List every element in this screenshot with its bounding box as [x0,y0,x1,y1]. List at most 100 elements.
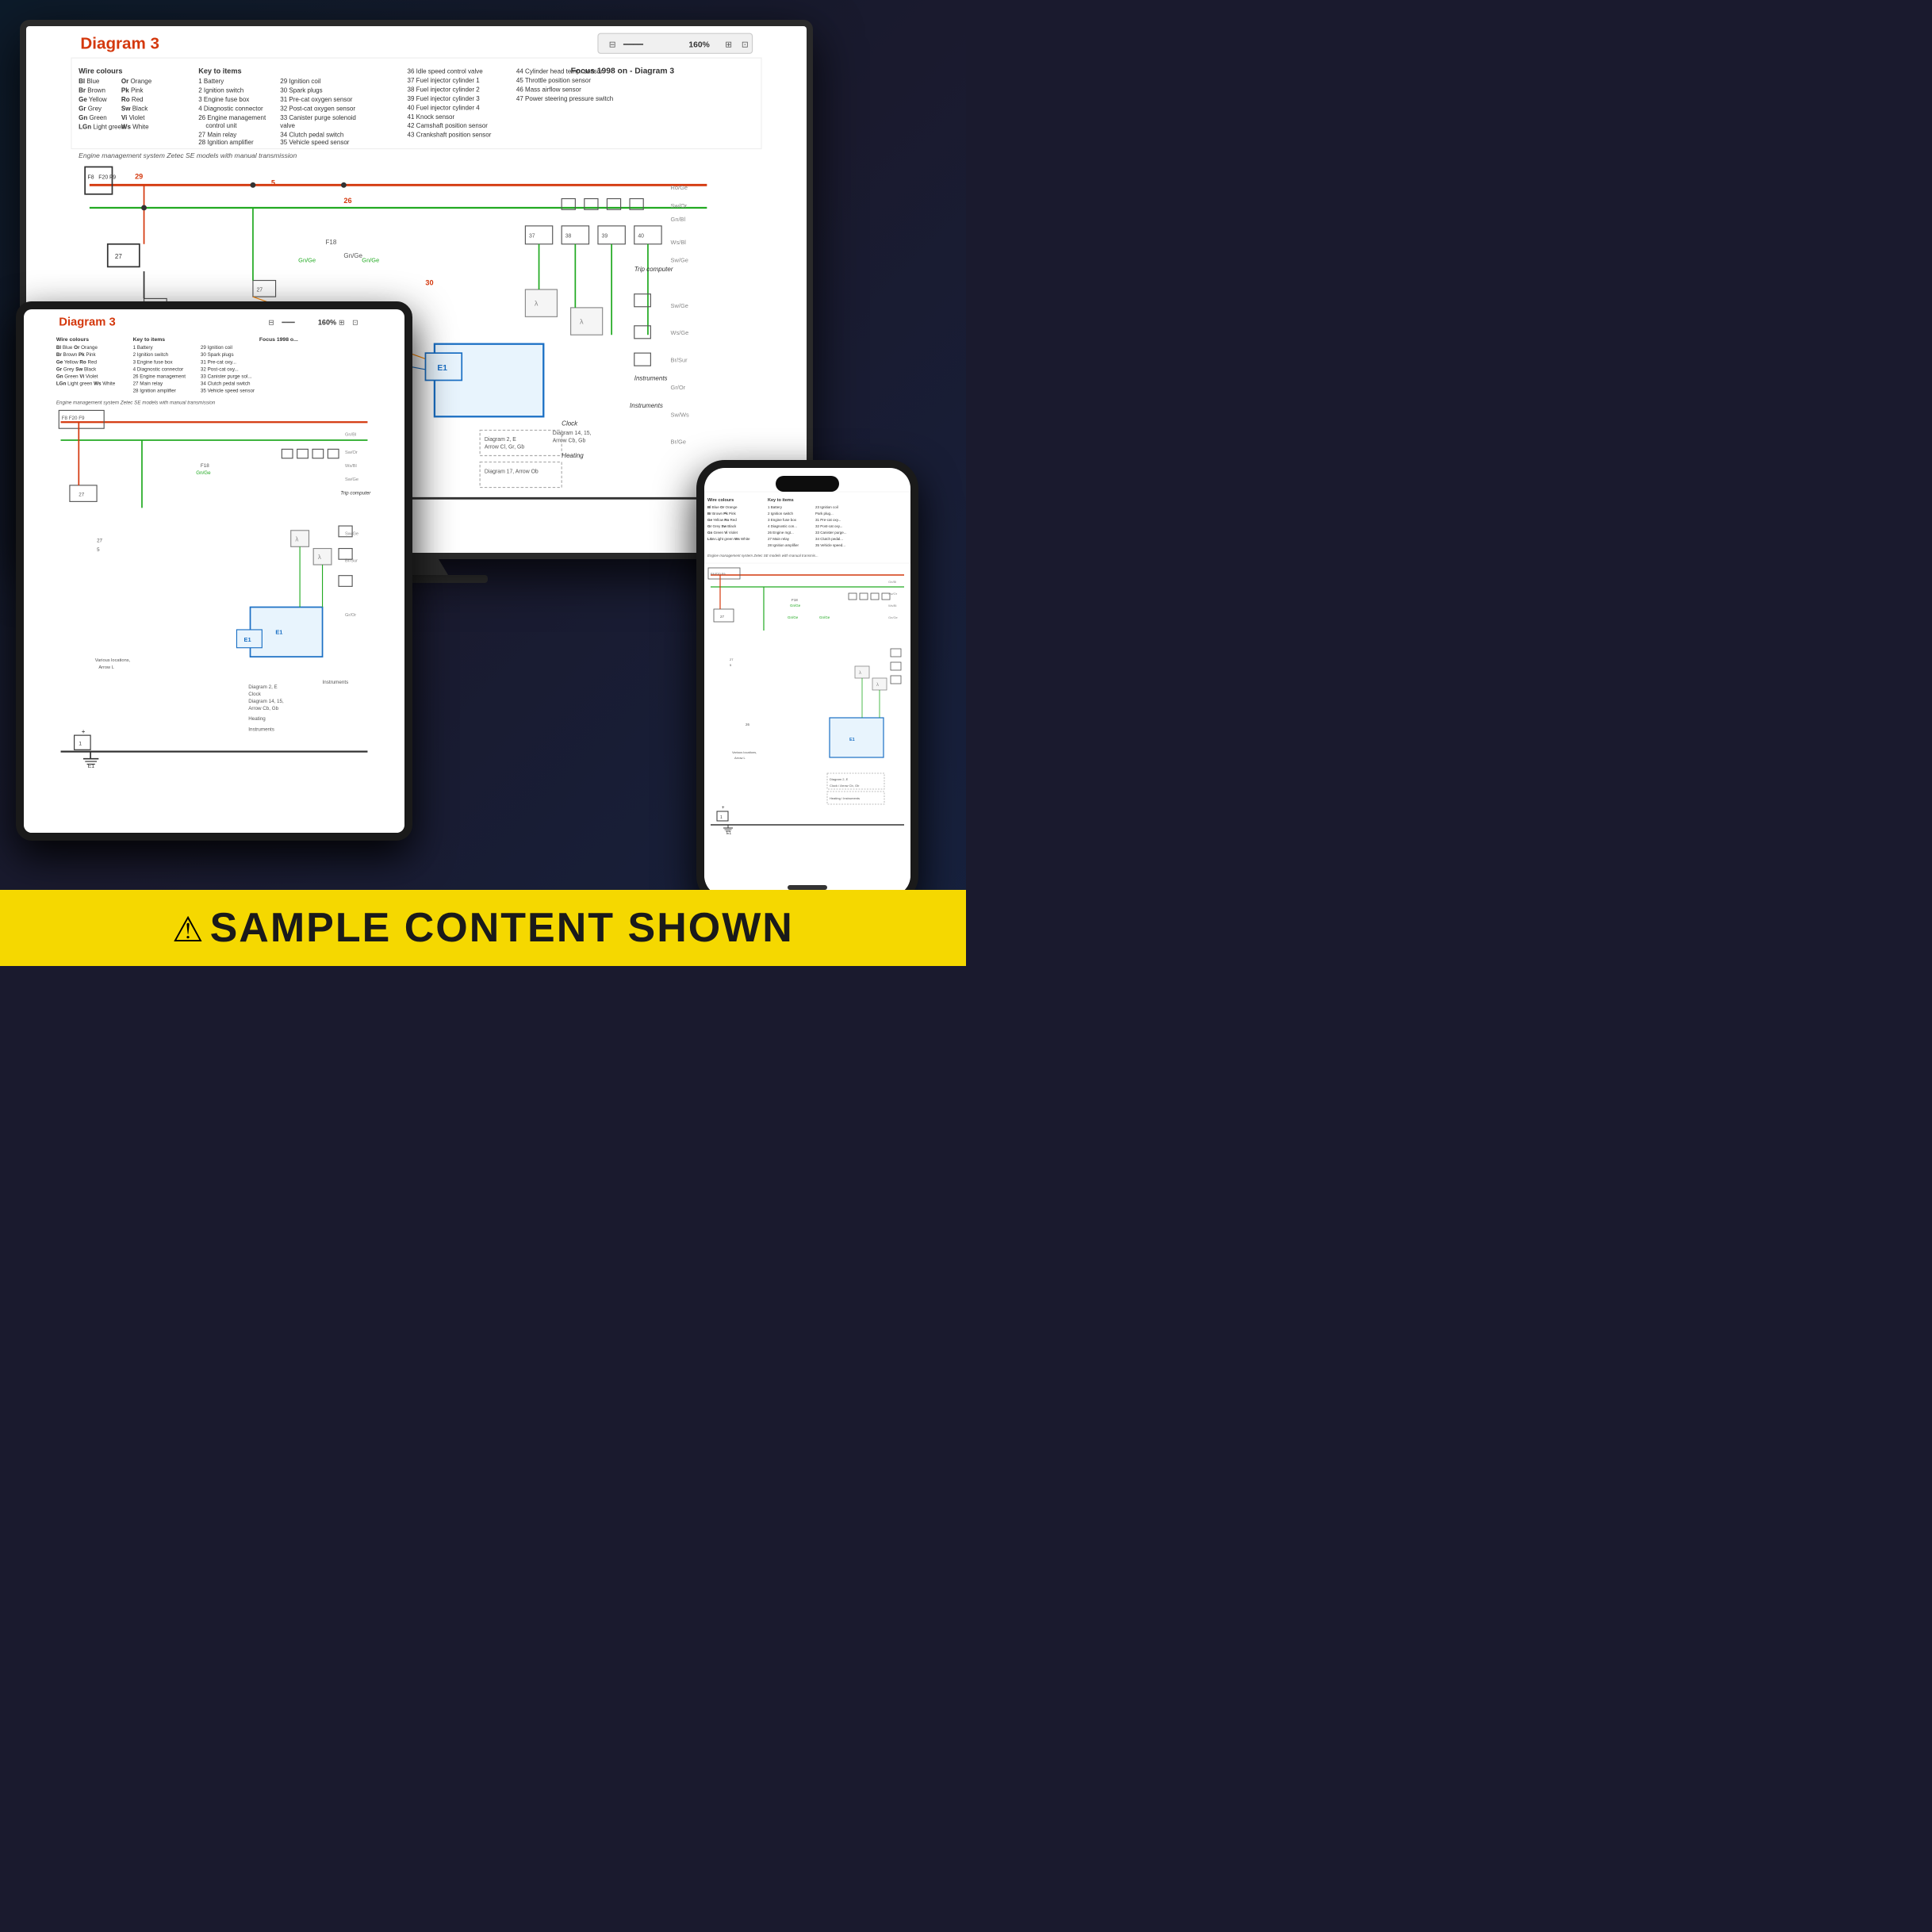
svg-text:37 Fuel injector cylinder 1: 37 Fuel injector cylinder 1 [408,81,481,84]
svg-text:38 Fuel injector cylinder 2: 38 Fuel injector cylinder 2 [408,86,481,93]
svg-text:27: 27 [720,615,725,619]
svg-text:Gn/Ge: Gn/Ge [343,252,362,259]
tablet-app-body: Ford Focus Service and... Routine mainte… [24,349,404,833]
svg-text:E1: E1 [849,738,855,742]
svg-text:26 Engine management: 26 Engine management [135,374,186,379]
svg-text:32 Post-cat oxy...: 32 Post-cat oxy... [815,524,842,528]
tablet-diagram: Diagram 3 ⊟ ━━━ 160% ⊞ ⊡ Wire colours Bl… [135,349,404,833]
svg-text:+: + [722,806,725,811]
svg-text:27 Main relay: 27 Main relay [198,132,236,139]
svg-text:39 Fuel injector cylinder 3: 39 Fuel injector cylinder 3 [408,95,481,102]
svg-text:Heating: Heating [248,716,266,722]
svg-text:Instruments: Instruments [323,680,349,685]
tablet-device: H Haynes shows you how Ford Focus Servic… [16,301,412,841]
svg-text:Gn/Ge: Gn/Ge [819,615,830,619]
svg-text:Diagram 2, E: Diagram 2, E [830,777,849,781]
svg-text:F18: F18 [326,239,337,246]
svg-text:Gn/Bl: Gn/Bl [888,580,896,584]
svg-text:43 Crankshaft position sensor: 43 Crankshaft position sensor [408,132,492,139]
tablet-app: H Haynes shows you how Ford Focus Servic… [24,309,404,833]
svg-text:26: 26 [343,197,351,205]
svg-text:3 Engine fuse box: 3 Engine fuse box [135,359,173,365]
svg-text:27: 27 [257,287,263,293]
svg-text:37: 37 [529,234,535,240]
svg-text:3 Engine fuse box: 3 Engine fuse box [198,96,249,103]
svg-text:Diagram 2, E: Diagram 2, E [485,437,516,443]
svg-text:28 Ignition amplifier: 28 Ignition amplifier [198,139,254,146]
svg-text:F8 F20 F9: F8 F20 F9 [711,572,726,576]
tablet-diagram-svg: Diagram 3 ⊟ ━━━ 160% ⊞ ⊡ Wire colours Bl… [135,349,404,833]
svg-text:Clock: Clock [248,692,262,697]
svg-text:Gn/Ge: Gn/Ge [362,257,379,264]
svg-text:Gr/Or: Gr/Or [345,613,356,618]
svg-text:λ: λ [295,535,298,542]
svg-text:Sw/Or: Sw/Or [888,592,898,596]
svg-text:34 Clutch pedal switch: 34 Clutch pedal switch [280,132,343,139]
svg-text:3 Engine fuse box: 3 Engine fuse box [768,520,797,522]
svg-text:26 Engine management: 26 Engine management [198,114,266,121]
svg-text:28 Ignition amplifier: 28 Ignition amplifier [768,543,799,547]
svg-text:Sw/Ge: Sw/Ge [345,477,358,482]
svg-text:λ: λ [859,671,861,676]
svg-text:42 Camshaft position sensor: 42 Camshaft position sensor [408,122,489,129]
svg-text:E1: E1 [437,364,447,373]
svg-text:29 Ignition coil: 29 Ignition coil [201,349,232,351]
svg-text:LGn Light green Ws White: LGn Light green Ws White [707,537,750,541]
svg-text:control unit: control unit [205,122,237,129]
svg-text:Trip computer: Trip computer [340,490,371,496]
svg-text:47 Power steering pressure sw: 47 Power steering pressure switch [516,95,537,102]
svg-text:31 Pre-cat oxygen sensor: 31 Pre-cat oxygen sensor [280,96,352,103]
svg-text:32 Post-cat oxygen sensor: 32 Post-cat oxygen sensor [280,105,355,112]
svg-text:λ: λ [318,554,321,561]
svg-text:Sw/Or: Sw/Or [345,450,358,455]
svg-text:E1: E1 [275,629,282,636]
svg-text:Gn/Ge: Gn/Ge [788,615,799,619]
tablet-screen: H Haynes shows you how Ford Focus Servic… [24,309,404,833]
svg-text:Instruments: Instruments [248,726,274,732]
svg-text:Various locations,: Various locations, [732,750,757,754]
scene: H Haynes shows you how Rendering: Auto [0,0,966,966]
svg-text:Engine management system Zetec: Engine management system Zetec SE models… [135,400,216,405]
svg-text:Arrow Cl, Gr, Gb: Arrow Cl, Gr, Gb [485,444,524,450]
svg-text:1 Battery: 1 Battery [135,349,153,351]
svg-text:Gn/Bl: Gn/Bl [345,432,356,437]
svg-text:27 Main relay: 27 Main relay [135,381,163,387]
svg-text:34 Clutch pedal switch: 34 Clutch pedal switch [201,381,251,387]
svg-text:4 Diagnostic con...: 4 Diagnostic con... [768,524,797,528]
phone-screen: H Haynes Ford Focus Service and Diagram … [704,468,910,896]
phone-device: H Haynes Ford Focus Service and Diagram … [696,460,918,904]
svg-text:35 Vehicle speed sensor: 35 Vehicle speed sensor [280,139,350,146]
svg-text:Ws/Bl: Ws/Bl [345,464,357,469]
svg-text:Engine management system Zetec: Engine management system Zetec SE models… [707,554,818,558]
svg-text:Ws/Bl: Ws/Bl [888,604,897,608]
svg-text:Heating / Instruments: Heating / Instruments [830,796,860,800]
tablet-main-content: Diagram 3 ⊟ ━━━ 160% ⊞ ⊡ Wire colours Bl… [135,349,404,833]
svg-text:λ: λ [876,683,879,688]
phone-app: H Haynes Ford Focus Service and Diagram … [704,468,910,896]
svg-text:41 Knock sensor: 41 Knock sensor [408,113,455,121]
svg-text:F18: F18 [201,463,209,469]
svg-text:Gr Grey Sw Black: Gr Grey Sw Black [707,524,737,528]
svg-text:Diagram 14, 15,: Diagram 14, 15, [248,699,284,704]
svg-text:4 Diagnostic connector: 4 Diagnostic connector [198,105,263,112]
phone-diagram-svg: Wire colours Bl Blue Or Orange Br Brown … [704,520,910,896]
svg-text:30: 30 [425,278,433,286]
svg-text:27: 27 [730,657,734,661]
phone-main: Wire colours Bl Blue Or Orange Br Brown … [704,520,910,896]
warning-icon: ⚠ [172,910,203,949]
svg-text:46 Mass airflow sensor: 46 Mass airflow sensor [516,86,537,93]
svg-text:Gn/Ge: Gn/Ge [790,604,801,608]
svg-text:valve: valve [280,122,295,129]
svg-text:Diagram 2, E: Diagram 2, E [248,684,277,690]
svg-text:26 Engine mgt...: 26 Engine mgt... [768,531,794,535]
svg-text:Ge Yellow Ro Red: Ge Yellow Ro Red [707,520,737,522]
svg-text:30 Spark plugs: 30 Spark plugs [280,87,322,94]
svg-text:45 Throttle position sensor: 45 Throttle position sensor [516,81,537,84]
svg-text:2 Ignition switch: 2 Ignition switch [135,352,169,358]
svg-text:Gn Green Vi Violet: Gn Green Vi Violet [707,531,738,535]
phone-diagram: Wire colours Bl Blue Or Orange Br Brown … [704,520,910,896]
svg-text:Arrow L: Arrow L [734,756,746,760]
svg-text:35 Vehicle speed sensor: 35 Vehicle speed sensor [201,389,255,394]
svg-text:Gn/Ge: Gn/Ge [298,257,316,264]
svg-text:4 Diagnostic connector: 4 Diagnostic connector [135,366,183,372]
